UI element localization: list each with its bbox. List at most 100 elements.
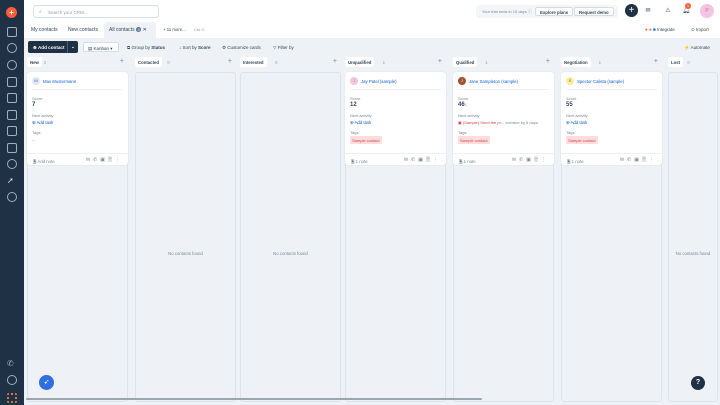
tab-my-contacts[interactable]: My contacts	[31, 22, 58, 38]
document-icon[interactable]: 🗎︎	[108, 157, 115, 163]
avatar: J	[350, 77, 358, 85]
note-button[interactable]: 🗎︎ 1 note	[459, 158, 476, 166]
contact-name-link[interactable]: Jay Patel (sample)	[361, 79, 397, 84]
content-icon[interactable]	[7, 93, 17, 103]
add-task-link[interactable]: ⊕ Add task	[32, 120, 53, 126]
apps-grid-icon[interactable]	[7, 393, 17, 403]
empty-message: No contacts found	[273, 251, 308, 256]
contact-name-link[interactable]: Jane Sampleton (sample)	[469, 79, 518, 84]
close-icon[interactable]: ✕	[143, 27, 147, 33]
more-icon[interactable]: ⋮	[649, 157, 657, 163]
horizontal-scrollbar[interactable]	[26, 398, 482, 400]
email-icon[interactable]: ✉	[86, 157, 93, 163]
email-icon[interactable]: ✉	[512, 157, 519, 163]
note-button[interactable]: 🗎︎ 1 note	[567, 158, 584, 166]
deals-icon[interactable]	[7, 60, 17, 70]
contact-card[interactable]: M Max Mustermann Score 7 Next activity ⊕…	[27, 72, 128, 165]
tags-label: Tags	[458, 130, 467, 135]
contacts-icon[interactable]	[7, 43, 17, 53]
rocket-icon[interactable]: ➚	[7, 176, 17, 186]
dashboard-icon[interactable]	[7, 27, 17, 37]
column-title: Lost	[668, 57, 684, 67]
column-count: 0	[167, 60, 170, 65]
create-plus-button[interactable]: +	[625, 4, 638, 17]
add-to-column-plus-icon[interactable]: +	[546, 58, 550, 65]
chevron-down-icon[interactable]: ⌄	[67, 41, 78, 53]
service-icon[interactable]	[7, 159, 17, 169]
tags-label: Tags	[32, 130, 41, 135]
tab-count-badge: 5	[135, 27, 142, 32]
more-icon[interactable]: ⋮	[115, 157, 123, 163]
score-value: 12	[350, 102, 357, 108]
email-icon[interactable]: ✉	[620, 157, 627, 163]
score-value: 7	[32, 102, 36, 108]
document-icon[interactable]: 🗎︎	[534, 157, 541, 163]
search-input[interactable]: ⌕ Search your CRM...	[33, 5, 159, 18]
integrate-button[interactable]: ● ● ■ Integrate	[645, 27, 675, 32]
help-notif-icon[interactable]: ⚠	[663, 6, 673, 16]
overdue-task[interactable]: ▣ (Sample) Send the pr... overdue by 5 d…	[458, 120, 538, 125]
document-icon[interactable]: 🗎︎	[642, 157, 649, 163]
tab-all-contacts[interactable]: All contacts 5 ✕	[104, 22, 156, 38]
column-title: Unqualified	[345, 57, 375, 67]
hubspot-logo-icon[interactable]: +	[6, 7, 17, 18]
column-lost: Lost 0 No contacts found	[668, 57, 718, 402]
card-divider	[566, 89, 657, 90]
automate-button[interactable]: ⚡ Automate	[684, 42, 710, 52]
tags-label: Tags	[566, 130, 575, 135]
phone-icon[interactable]: ✆	[7, 359, 17, 369]
automation-icon[interactable]	[7, 126, 17, 136]
chat-icon[interactable]	[7, 375, 17, 385]
document-icon[interactable]: 🗎︎	[426, 157, 433, 163]
score-value: 46↓	[458, 102, 468, 108]
add-task-link[interactable]: ⊕ Add task	[350, 120, 371, 126]
column-title: New	[27, 57, 42, 67]
add-to-column-plus-icon[interactable]: +	[333, 58, 337, 65]
column-unqualified: Unqualified 1 + J Jay Patel (sample) Sco…	[345, 57, 446, 402]
import-button[interactable]: ⊙ Import	[691, 27, 709, 33]
add-to-column-plus-icon[interactable]: +	[438, 58, 442, 65]
view-select[interactable]: ▤ Kanban ▾	[83, 42, 119, 52]
customize-cards-button[interactable]: ⚙ Customize cards	[222, 42, 261, 52]
column-body: No contacts found	[668, 72, 718, 402]
note-button[interactable]: 🗎︎ 1 note	[351, 158, 368, 166]
reports-icon[interactable]	[7, 143, 17, 153]
group-by-button[interactable]: ⧉ Group by Status	[127, 42, 165, 52]
sort-by-button[interactable]: ↓ Sort by Score	[179, 42, 211, 52]
more-icon[interactable]: ⋮	[541, 157, 549, 163]
task-icon[interactable]: ▣	[634, 157, 642, 163]
next-activity-label: Next activity	[458, 113, 480, 118]
add-to-column-plus-icon[interactable]: +	[654, 58, 658, 65]
add-to-column-plus-icon[interactable]: +	[228, 58, 232, 65]
explore-plans-button[interactable]: Explore plans	[535, 7, 574, 16]
task-icon[interactable]: ▣	[100, 157, 108, 163]
contact-card[interactable]: S Spector Calista (sample) Score 55 Next…	[561, 72, 662, 165]
conversations-icon[interactable]	[7, 110, 17, 120]
contact-name-link[interactable]: Max Mustermann	[43, 79, 76, 84]
score-label: Score	[458, 96, 469, 101]
more-views-button[interactable]: + 11 more...	[163, 22, 186, 38]
add-to-column-plus-icon[interactable]: +	[120, 58, 124, 65]
marketing-icon[interactable]	[7, 77, 17, 87]
add-task-link[interactable]: ⊕ Add task	[566, 120, 587, 126]
email-icon[interactable]: ✉	[643, 6, 653, 16]
filter-button[interactable]: ▽ Filter by	[273, 42, 294, 52]
contact-card[interactable]: J Jay Patel (sample) Score 12 Next activ…	[345, 72, 446, 165]
rocket-launcher-button[interactable]: ➶	[39, 375, 54, 390]
email-icon[interactable]: ✉	[404, 157, 411, 163]
sidebar: + ➚ ✆	[0, 0, 24, 405]
add-contact-button[interactable]: ⊕ Add contact ⌄	[28, 41, 78, 53]
more-icon[interactable]: ⋮	[433, 157, 441, 163]
contact-name-link[interactable]: Spector Calista (sample)	[577, 79, 624, 84]
column-count: 1	[485, 60, 488, 65]
tab-new-contacts[interactable]: New contacts	[68, 22, 98, 38]
avatar: J	[458, 77, 466, 85]
contact-card[interactable]: J Jane Sampleton (sample) Score 46↓ Next…	[453, 72, 554, 165]
request-demo-button[interactable]: Request demo	[574, 7, 614, 16]
task-icon[interactable]: ▣	[526, 157, 534, 163]
task-icon[interactable]: ▣	[418, 157, 426, 163]
avatar[interactable]: P	[700, 4, 714, 18]
partners-icon[interactable]	[7, 192, 17, 202]
help-button[interactable]: ?	[691, 376, 705, 390]
note-button[interactable]: 🗎︎ Add note	[33, 158, 55, 166]
